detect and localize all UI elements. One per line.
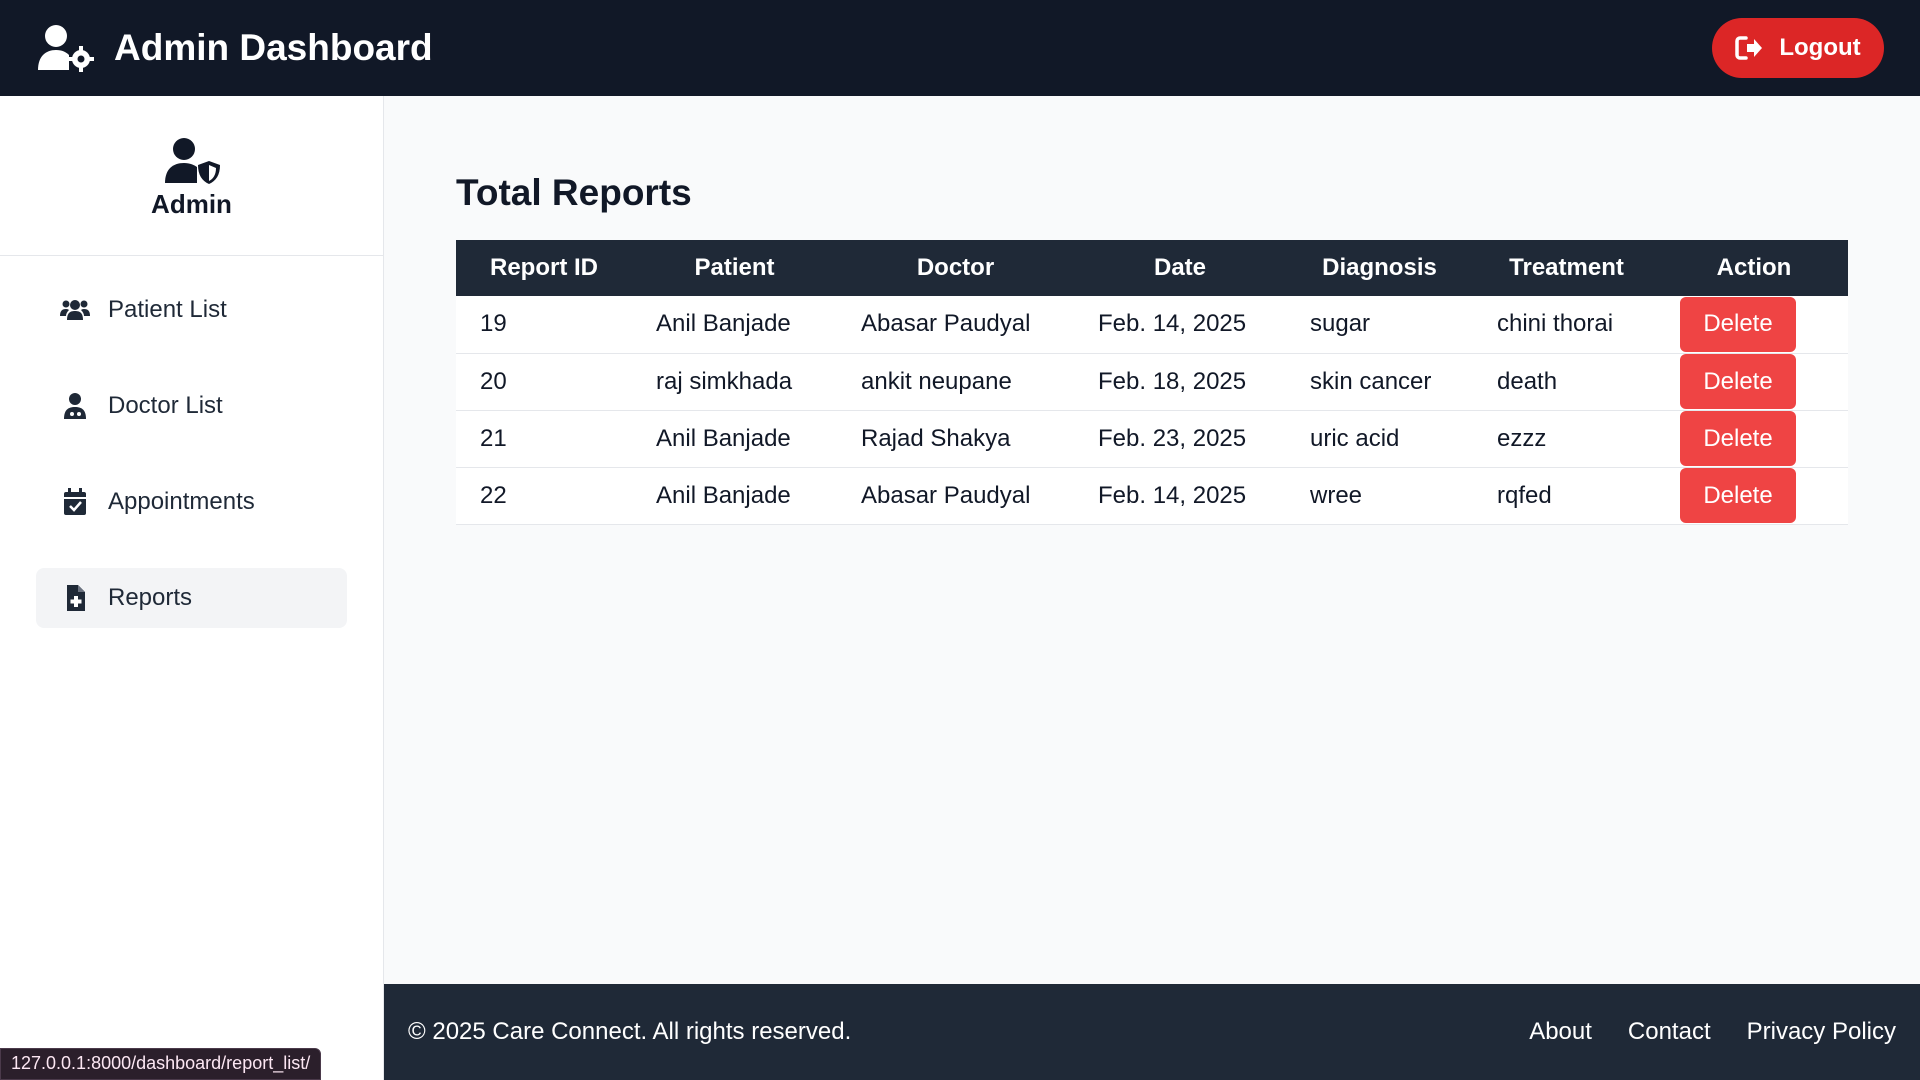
column-header-date: Date: [1153, 254, 1207, 281]
file-medical-icon: [67, 585, 85, 611]
cell-action: Delete: [1660, 410, 1848, 468]
cell-treatment: ezzz: [1473, 410, 1660, 468]
cell-patient: Anil Banjade: [632, 467, 837, 525]
table-row: 19 Anil Banjade Abasar Paudyal Feb. 14, …: [456, 296, 1848, 354]
column-header-treatment: Treatment: [1509, 254, 1624, 281]
top-bar: Admin Dashboard Logout: [0, 0, 1920, 96]
cell-date: Feb. 14, 2025: [1074, 467, 1286, 525]
sidebar-item-label: Appointments: [108, 488, 255, 515]
admin-profile: Admin: [0, 96, 383, 256]
user-shield-icon: [164, 138, 220, 184]
footer-link-privacy-policy[interactable]: Privacy Policy: [1747, 1018, 1896, 1046]
cell-date: Feb. 18, 2025: [1074, 353, 1286, 411]
main-content: Total Reports Report ID Patient Doctor D…: [384, 96, 1920, 984]
delete-button[interactable]: Delete: [1680, 468, 1796, 523]
table-row: 22 Anil Banjade Abasar Paudyal Feb. 14, …: [456, 467, 1848, 525]
cell-doctor: Rajad Shakya: [837, 410, 1074, 468]
cell-report-id: 22: [456, 467, 632, 525]
footer-links: About Contact Privacy Policy: [1529, 1018, 1896, 1046]
cell-patient: Anil Banjade: [632, 410, 837, 468]
users-icon: [60, 300, 90, 320]
cell-report-id: 19: [456, 296, 632, 354]
sidebar-item-label: Doctor List: [108, 392, 223, 419]
cell-diagnosis: skin cancer: [1286, 353, 1473, 411]
table-row: 21 Anil Banjade Rajad Shakya Feb. 23, 20…: [456, 410, 1848, 468]
sidebar-item-doctor-list[interactable]: Doctor List: [36, 376, 347, 436]
cell-doctor: ankit neupane: [837, 353, 1074, 411]
user-gear-icon: [38, 25, 94, 72]
footer: © 2025 Care Connect. All rights reserved…: [384, 984, 1920, 1080]
sidebar-item-appointments[interactable]: Appointments: [36, 472, 347, 532]
table-header-row: Report ID Patient Doctor Date Diagnosis …: [456, 240, 1848, 296]
delete-button[interactable]: Delete: [1680, 354, 1796, 409]
profile-name: Admin: [151, 189, 232, 219]
footer-link-contact[interactable]: Contact: [1628, 1018, 1711, 1046]
sign-out-icon: [1735, 36, 1763, 60]
cell-diagnosis: uric acid: [1286, 410, 1473, 468]
cell-report-id: 21: [456, 410, 632, 468]
cell-treatment: death: [1473, 353, 1660, 411]
footer-link-about[interactable]: About: [1529, 1018, 1592, 1046]
cell-action: Delete: [1660, 353, 1848, 411]
status-bar-url: 127.0.0.1:8000/dashboard/report_list/: [0, 1048, 322, 1080]
sidebar-item-reports[interactable]: Reports: [36, 568, 347, 628]
column-header-doctor: Doctor: [916, 254, 995, 281]
delete-button[interactable]: Delete: [1680, 411, 1796, 466]
page-title: Total Reports: [456, 172, 692, 213]
sidebar: Admin Patient List Doctor List Appointme…: [0, 96, 384, 1080]
cell-patient: raj simkhada: [632, 353, 837, 411]
cell-report-id: 20: [456, 353, 632, 411]
copyright-text: © 2025 Care Connect. All rights reserved…: [408, 1018, 852, 1045]
calendar-check-icon: [64, 488, 86, 515]
cell-date: Feb. 23, 2025: [1074, 410, 1286, 468]
sidebar-item-label: Patient List: [108, 296, 227, 323]
cell-action: Delete: [1660, 467, 1848, 525]
cell-action: Delete: [1660, 296, 1848, 354]
logout-button[interactable]: Logout: [1712, 18, 1884, 78]
cell-patient: Anil Banjade: [632, 296, 837, 354]
cell-treatment: rqfed: [1473, 467, 1660, 525]
cell-doctor: Abasar Paudyal: [837, 467, 1074, 525]
app-title: Admin Dashboard: [114, 27, 433, 68]
logout-label: Logout: [1779, 34, 1861, 61]
column-header-patient: Patient: [694, 254, 775, 281]
doctor-icon: [64, 393, 86, 419]
sidebar-item-label: Reports: [108, 584, 193, 611]
column-header-diagnosis: Diagnosis: [1322, 254, 1437, 281]
column-header-action: Action: [1716, 254, 1792, 281]
sidebar-item-patient-list[interactable]: Patient List: [36, 280, 347, 340]
column-header-report-id: Report ID: [490, 254, 598, 281]
cell-doctor: Abasar Paudyal: [837, 296, 1074, 354]
sidebar-nav: Patient List Doctor List Appointments Re…: [0, 256, 383, 688]
cell-date: Feb. 14, 2025: [1074, 296, 1286, 354]
table-row: 20 raj simkhada ankit neupane Feb. 18, 2…: [456, 353, 1848, 411]
cell-treatment: chini thorai: [1473, 296, 1660, 354]
cell-diagnosis: wree: [1286, 467, 1473, 525]
reports-table: Report ID Patient Doctor Date Diagnosis …: [456, 240, 1848, 525]
brand: Admin Dashboard: [36, 24, 433, 72]
cell-diagnosis: sugar: [1286, 296, 1473, 354]
delete-button[interactable]: Delete: [1680, 296, 1796, 352]
